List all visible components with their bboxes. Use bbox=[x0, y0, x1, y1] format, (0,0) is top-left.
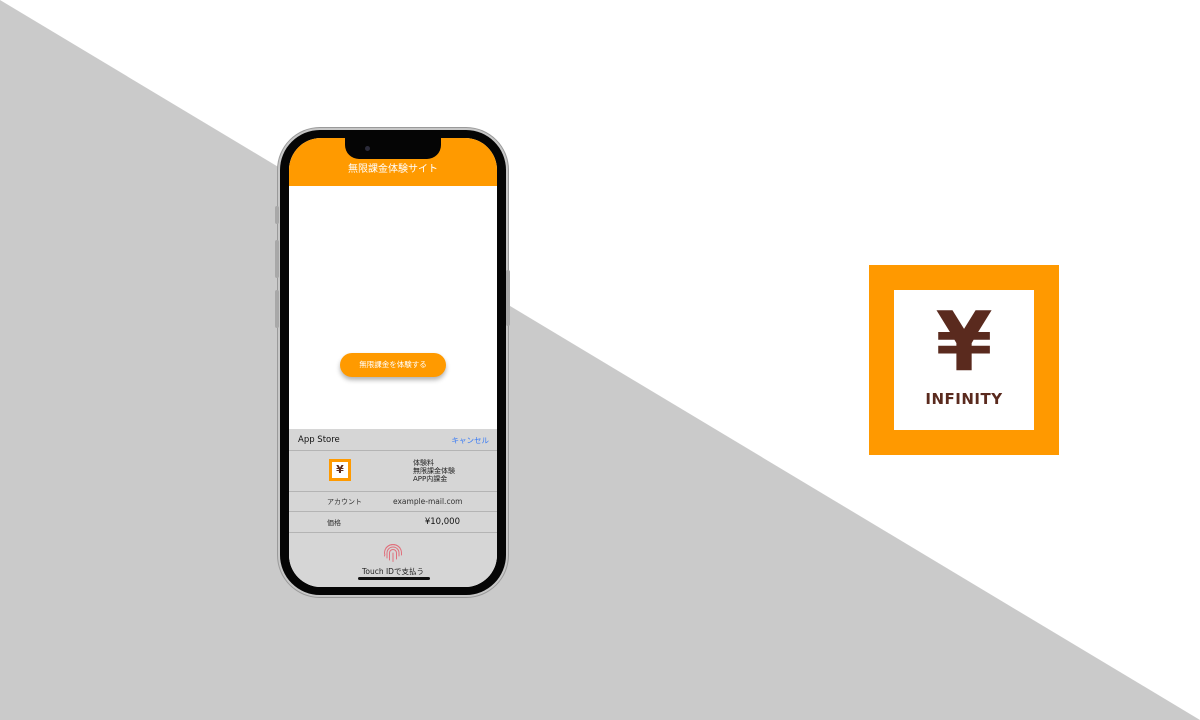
home-indicator bbox=[358, 577, 430, 580]
phone-mockup: 無限課金体験サイト 無限課金を体験する App Store キャンセル ¥ 体験… bbox=[275, 130, 510, 595]
price-label: 価格 bbox=[327, 519, 341, 527]
yen-icon: ¥ bbox=[935, 295, 993, 390]
fingerprint-icon[interactable] bbox=[381, 540, 405, 564]
cancel-button[interactable]: キャンセル bbox=[452, 435, 490, 446]
sheet-store-name: App Store bbox=[298, 435, 340, 445]
account-value: example-mail.com bbox=[393, 497, 463, 506]
app-icon: ¥ bbox=[329, 459, 351, 481]
phone-volume-down-button bbox=[275, 290, 279, 328]
touchid-label: Touch IDで支払う bbox=[362, 567, 424, 576]
app-store-payment-sheet: App Store キャンセル ¥ 体験料 無限課金体験 APP内課金 アカウン… bbox=[289, 429, 497, 587]
yen-icon: ¥ bbox=[332, 462, 348, 478]
phone-volume-up-button bbox=[275, 240, 279, 278]
experience-billing-button[interactable]: 無限課金を体験する bbox=[340, 353, 446, 377]
infinity-logo: ¥ INFINITY bbox=[869, 265, 1059, 455]
camera-icon bbox=[365, 146, 370, 151]
item-line-product: 無限課金体験 bbox=[413, 467, 455, 475]
price-value: ¥10,000 bbox=[424, 517, 460, 527]
divider bbox=[289, 511, 497, 512]
divider bbox=[289, 491, 497, 492]
item-line-fee: 体験料 bbox=[413, 459, 434, 467]
divider bbox=[289, 450, 497, 451]
phone-notch bbox=[345, 138, 441, 159]
item-line-type: APP内課金 bbox=[413, 475, 448, 483]
phone-power-button bbox=[506, 270, 510, 326]
logo-wordmark: INFINITY bbox=[925, 390, 1003, 408]
phone-silent-switch bbox=[275, 206, 279, 224]
account-label: アカウント bbox=[327, 498, 362, 506]
purchase-item-details: 体験料 無限課金体験 APP内課金 bbox=[413, 459, 455, 483]
phone-screen: 無限課金体験サイト 無限課金を体験する App Store キャンセル ¥ 体験… bbox=[289, 138, 497, 587]
app-title: 無限課金体験サイト bbox=[348, 164, 438, 175]
logo-inner-panel: ¥ INFINITY bbox=[894, 290, 1034, 430]
divider bbox=[289, 532, 497, 533]
